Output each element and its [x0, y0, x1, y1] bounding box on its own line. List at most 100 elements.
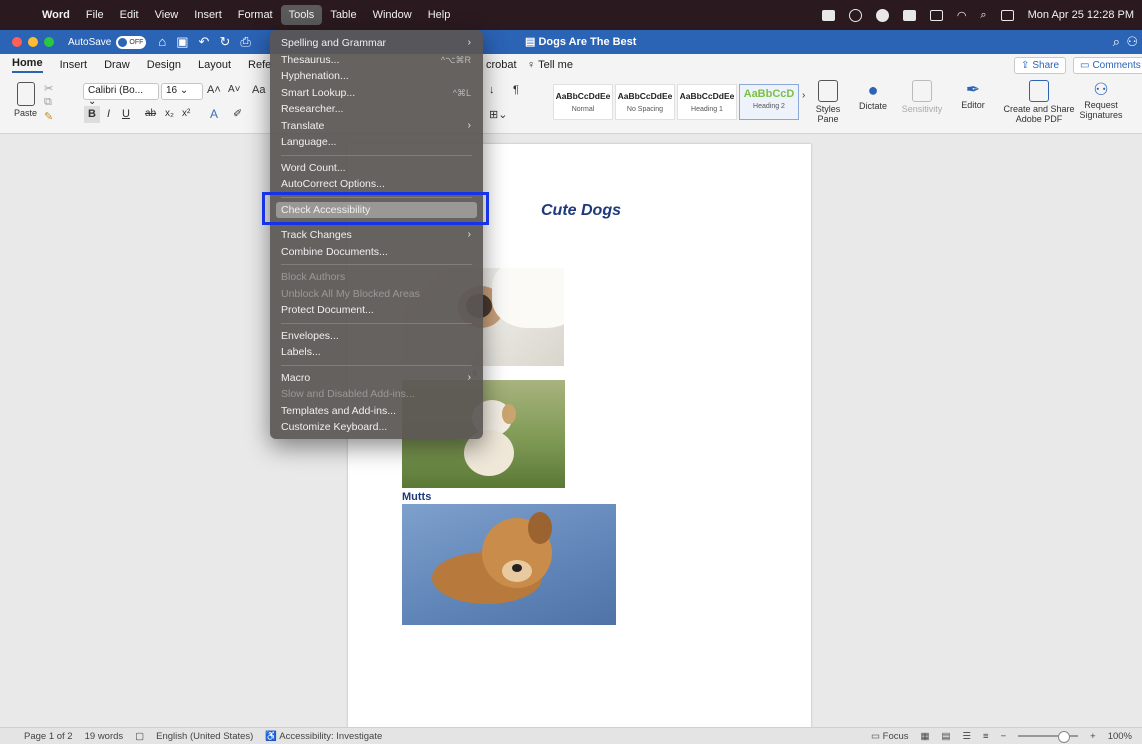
menu-item-envelopes[interactable]: Envelopes...	[270, 328, 483, 345]
outline-view-icon[interactable]: ☰	[962, 731, 971, 742]
app-tray-icon[interactable]	[902, 9, 916, 21]
sort-icon[interactable]: ↓	[489, 84, 495, 96]
menu-view[interactable]: View	[147, 5, 187, 25]
focus-button[interactable]: ▭ Focus	[871, 731, 909, 742]
copy-icon[interactable]: ⧉	[44, 96, 52, 109]
underline-button[interactable]: U	[122, 108, 130, 120]
close-window-button[interactable]	[12, 37, 22, 47]
tab-design[interactable]: Design	[147, 59, 181, 71]
styles-pane-button[interactable]: Styles Pane	[813, 80, 843, 124]
subscript-button[interactable]: x₂	[165, 108, 174, 119]
page-count[interactable]: Page 1 of 2	[24, 731, 73, 742]
style-heading-1[interactable]: AaBbCcDdEe Heading 1	[677, 84, 737, 120]
menu-format[interactable]: Format	[230, 5, 281, 25]
menu-item-word-count[interactable]: Word Count...	[270, 160, 483, 177]
tab-insert[interactable]: Insert	[60, 59, 88, 71]
bold-button[interactable]: B	[84, 106, 100, 123]
menu-item-researcher[interactable]: Researcher...	[270, 101, 483, 118]
menu-item-labels[interactable]: Labels...	[270, 344, 483, 361]
collaborate-icon[interactable]: ⚇	[1126, 34, 1138, 50]
gallery-more-icon[interactable]: ›	[802, 90, 805, 101]
paste-button[interactable]: Paste	[14, 82, 37, 118]
font-size-select[interactable]: 16 ⌄	[161, 83, 203, 100]
tab-acrobat[interactable]: crobat	[486, 59, 517, 71]
menu-window[interactable]: Window	[365, 5, 420, 25]
accessibility-status[interactable]: ♿ Accessibility: Investigate	[265, 731, 382, 742]
superscript-button[interactable]: x²	[182, 108, 190, 119]
style-normal[interactable]: AaBbCcDdEe Normal	[553, 84, 613, 120]
shrink-font-icon[interactable]: A˅	[228, 84, 241, 95]
menu-edit[interactable]: Edit	[112, 5, 147, 25]
document-title[interactable]: ▤ Dogs Are The Best	[525, 30, 636, 54]
save-icon[interactable]: ▣	[176, 34, 188, 50]
editor-button[interactable]: ✒ Editor	[958, 80, 988, 110]
tab-draw[interactable]: Draw	[104, 59, 130, 71]
menu-file[interactable]: File	[78, 5, 112, 25]
zoom-window-button[interactable]	[44, 37, 54, 47]
italic-button[interactable]: I	[107, 108, 110, 120]
zoom-out-icon[interactable]: −	[1001, 731, 1007, 742]
screen-record-icon[interactable]	[848, 8, 862, 22]
creative-cloud-icon[interactable]	[821, 9, 835, 21]
language-status[interactable]: English (United States)	[156, 731, 253, 742]
print-icon[interactable]: ⎙	[240, 34, 250, 50]
cut-icon[interactable]: ✂	[44, 82, 53, 95]
spotlight-search-icon[interactable]: ⌕	[980, 9, 986, 22]
change-case-icon[interactable]: Aa	[252, 84, 265, 96]
caption-mutts[interactable]: Mutts	[402, 491, 431, 503]
draft-view-icon[interactable]: ≡	[983, 731, 989, 742]
menu-item-track-changes[interactable]: Track Changes ›	[270, 227, 483, 244]
format-painter-icon[interactable]: ✎	[44, 110, 53, 123]
menu-item-autocorrect[interactable]: AutoCorrect Options...	[270, 176, 483, 193]
borders-icon[interactable]: ⊞⌄	[489, 108, 507, 121]
battery-icon[interactable]	[929, 9, 943, 21]
strikethrough-button[interactable]: ab	[145, 108, 156, 119]
menu-item-smart-lookup[interactable]: Smart Lookup... ^⌘L	[270, 85, 483, 102]
menu-help[interactable]: Help	[420, 5, 459, 25]
search-icon[interactable]: ⌕	[1113, 34, 1120, 50]
menu-item-protect-document[interactable]: Protect Document...	[270, 302, 483, 319]
create-share-pdf-button[interactable]: Create and Share Adobe PDF	[1003, 80, 1075, 124]
zoom-level[interactable]: 100%	[1108, 731, 1132, 742]
word-count[interactable]: 19 words	[85, 731, 124, 742]
menu-table[interactable]: Table	[322, 5, 364, 25]
menu-tools[interactable]: Tools	[280, 5, 323, 25]
home-icon[interactable]: ⌂	[158, 34, 166, 50]
document-canvas[interactable]: Cute Dogs s Mutts	[0, 135, 1142, 744]
share-button[interactable]: ⇪ Share	[1014, 57, 1067, 74]
proofing-icon[interactable]: ▢	[135, 731, 144, 742]
menu-item-customize-keyboard[interactable]: Customize Keyboard...	[270, 419, 483, 436]
zoom-slider[interactable]	[1018, 731, 1079, 743]
web-layout-view-icon[interactable]: ▤	[942, 731, 951, 742]
menu-item-hyphenation[interactable]: Hyphenation...	[270, 68, 483, 85]
tell-me[interactable]: ♀ Tell me	[527, 59, 573, 71]
wifi-icon[interactable]: ◠	[957, 9, 967, 22]
menu-item-language[interactable]: Language...	[270, 134, 483, 151]
style-no-spacing[interactable]: AaBbCcDdEe No Spacing	[615, 84, 675, 120]
print-layout-view-icon[interactable]: ▦	[921, 731, 930, 742]
menu-item-thesaurus[interactable]: Thesaurus... ^⌥⌘R	[270, 52, 483, 69]
autosave-toggle[interactable]: OFF	[116, 35, 147, 49]
grow-font-icon[interactable]: A˄	[207, 84, 221, 96]
text-effects-icon[interactable]: A	[210, 107, 218, 121]
highlight-icon[interactable]: ✐	[233, 107, 242, 120]
style-heading-2[interactable]: AaBbCcD Heading 2	[739, 84, 799, 120]
menu-insert[interactable]: Insert	[186, 5, 230, 25]
menu-item-macro[interactable]: Macro ›	[270, 370, 483, 387]
tab-home[interactable]: Home	[12, 57, 43, 73]
minimize-window-button[interactable]	[28, 37, 38, 47]
menu-item-spelling-grammar[interactable]: Spelling and Grammar ›	[270, 35, 483, 52]
document-heading[interactable]: Cute Dogs	[541, 202, 621, 220]
paragraph-marks-icon[interactable]: ¶	[513, 84, 519, 96]
sensitivity-button[interactable]: Sensitivity	[900, 80, 944, 114]
request-signatures-button[interactable]: ⚇ Request Signatures	[1078, 80, 1124, 120]
menu-item-templates-addins[interactable]: Templates and Add-ins...	[270, 403, 483, 420]
comments-button[interactable]: ▭ Comments	[1073, 57, 1142, 74]
menu-app-word[interactable]: Word	[34, 5, 78, 25]
menu-item-combine-documents[interactable]: Combine Documents...	[270, 244, 483, 261]
clock[interactable]: Mon Apr 25 12:28 PM	[1028, 9, 1134, 21]
font-name-select[interactable]: Calibri (Bo... ⌄	[83, 83, 159, 107]
control-center-icon[interactable]	[1000, 9, 1014, 21]
mutt-puppy-photo[interactable]	[402, 504, 616, 625]
menu-item-check-accessibility[interactable]: Check Accessibility	[276, 201, 477, 218]
